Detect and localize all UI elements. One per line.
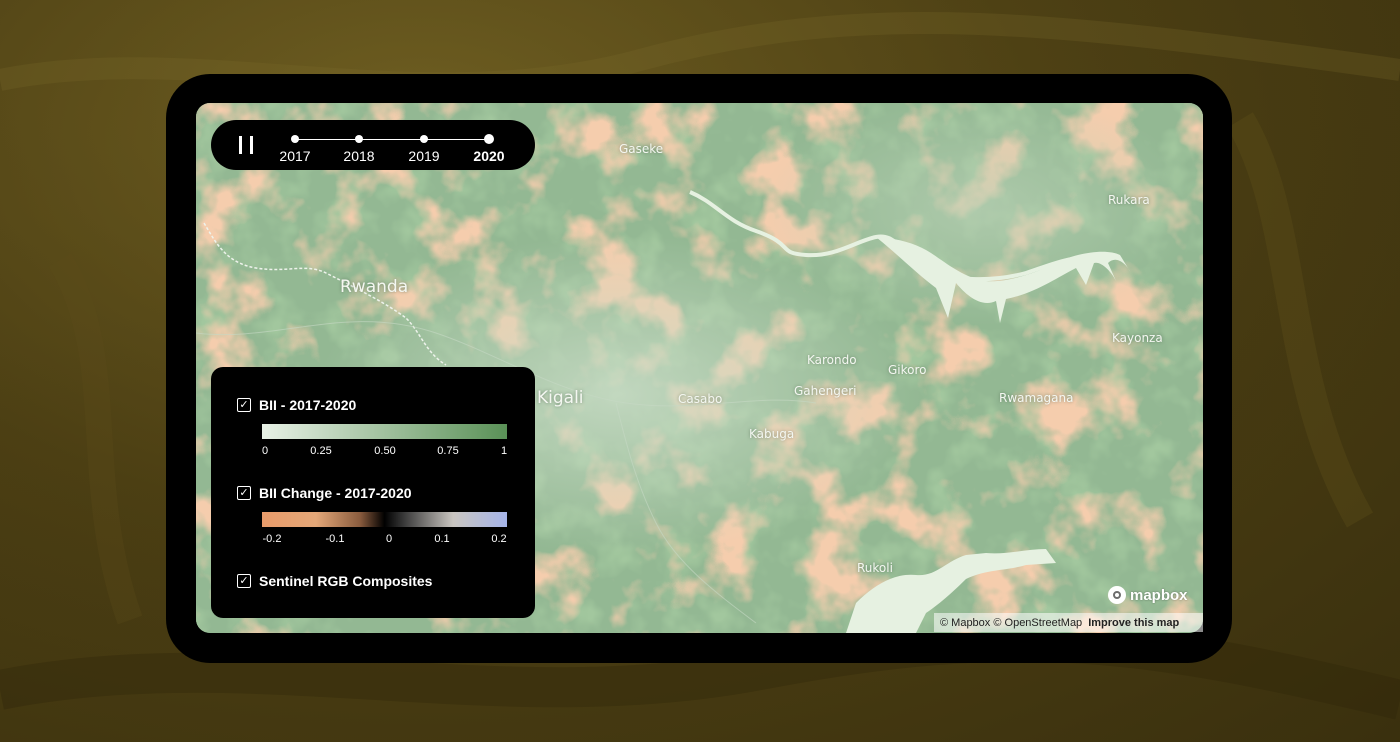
checkmark-icon: ✓ <box>239 486 249 499</box>
timeline-control: 2017 2018 2019 2020 <box>211 120 535 170</box>
place-label-kabuga: Kabuga <box>749 427 795 441</box>
place-label-gikoro: Gikoro <box>888 363 927 377</box>
bii-color-ramp <box>262 424 507 439</box>
bii-tick-label: 0.25 <box>310 445 332 457</box>
place-label-rwamagana: Rwamagana <box>999 391 1074 405</box>
place-label-gaseke: Gaseke <box>619 142 664 156</box>
mapbox-logo-icon <box>1108 586 1126 604</box>
mapbox-attribution-link[interactable]: © Mapbox <box>940 617 990 629</box>
sentinel-layer-label: Sentinel RGB Composites <box>259 573 433 589</box>
sentinel-checkbox[interactable]: ✓ <box>237 574 251 588</box>
bii-change-layer-label: BII Change - 2017-2020 <box>259 485 412 501</box>
bii-change-color-ramp <box>262 512 507 527</box>
pause-icon[interactable] <box>239 136 253 154</box>
mapbox-logo-text: mapbox <box>1130 586 1188 604</box>
osm-attribution-link[interactable]: © OpenStreetMap <box>993 617 1082 629</box>
bii-change-tick-label: -0.2 <box>262 533 282 545</box>
bii-tick-label: 0.75 <box>437 445 459 457</box>
bii-change-tick-label: 0.1 <box>434 533 450 545</box>
timeline-track <box>295 139 489 140</box>
checkmark-icon: ✓ <box>239 574 249 587</box>
bii-tick-label: 0 <box>261 445 269 457</box>
place-label-rukara: Rukara <box>1108 193 1150 207</box>
place-label-casabo: Casabo <box>678 392 723 406</box>
layer-toggle-sentinel[interactable]: ✓ Sentinel RGB Composites <box>237 573 432 589</box>
bii-change-tick-label: -0.1 <box>325 533 345 545</box>
layer-legend: ✓ BII - 2017-2020 0 0.25 0.50 0.75 1 ✓ B… <box>211 367 535 618</box>
place-label-karondo: Karondo <box>807 353 857 367</box>
bii-tick-label: 0.50 <box>374 445 396 457</box>
timeline-tick-2019[interactable] <box>420 135 428 143</box>
checkmark-icon: ✓ <box>239 398 249 411</box>
layer-toggle-bii[interactable]: ✓ BII - 2017-2020 <box>237 397 356 413</box>
timeline-tick-2020[interactable] <box>484 134 494 144</box>
bii-change-tick-label: 0 <box>385 533 393 545</box>
bii-layer-label: BII - 2017-2020 <box>259 397 357 413</box>
timeline-year-2019[interactable]: 2019 <box>408 148 439 164</box>
timeline-year-2018[interactable]: 2018 <box>343 148 374 164</box>
place-label-rukoli: Rukoli <box>857 561 893 575</box>
timeline-tick-2018[interactable] <box>355 135 363 143</box>
place-label-rwanda: Rwanda <box>340 277 409 297</box>
place-label-gahengeri: Gahengeri <box>794 384 857 398</box>
place-label-kayonza: Kayonza <box>1112 331 1163 345</box>
timeline-year-2020[interactable]: 2020 <box>473 148 504 164</box>
mapbox-logo[interactable]: mapbox <box>1108 586 1188 604</box>
timeline-tick-2017[interactable] <box>291 135 299 143</box>
map-attribution: © Mapbox © OpenStreetMap Improve this ma… <box>934 613 1203 632</box>
bii-checkbox[interactable]: ✓ <box>237 398 251 412</box>
timeline-year-2017[interactable]: 2017 <box>279 148 310 164</box>
layer-toggle-bii-change[interactable]: ✓ BII Change - 2017-2020 <box>237 485 412 501</box>
bii-change-tick-label: 0.2 <box>491 533 507 545</box>
place-label-kigali: Kigali <box>537 388 584 408</box>
improve-map-link[interactable]: Improve this map <box>1088 617 1179 629</box>
bii-change-checkbox[interactable]: ✓ <box>237 486 251 500</box>
bii-tick-label: 1 <box>500 445 508 457</box>
